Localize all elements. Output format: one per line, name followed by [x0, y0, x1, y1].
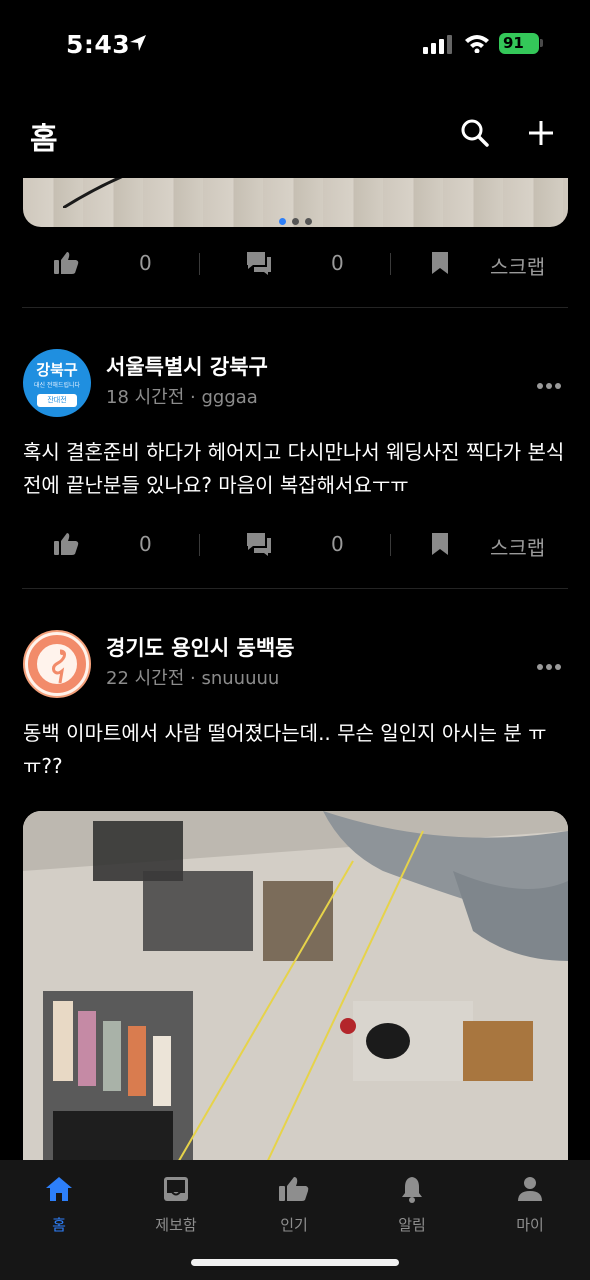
- post-text[interactable]: 혹시 결혼준비 하다가 헤어지고 다시만나서 웨딩사진 찍다가 본식전에 끝난분…: [23, 436, 568, 502]
- avatar-region: 강북구: [36, 361, 78, 379]
- carousel-dot: [305, 218, 312, 225]
- post-actions: 0 0 스크랩: [0, 239, 590, 289]
- action-separator: [390, 253, 391, 275]
- search-icon[interactable]: [460, 118, 490, 152]
- post-header[interactable]: 강북구 대신 전해드립니다 잔대전 서울특별시 강북구 18 시간전 · ggg…: [0, 349, 590, 419]
- more-options-icon[interactable]: [536, 375, 562, 394]
- post-author: snuuuuu: [201, 668, 280, 689]
- carousel-dot: [292, 218, 299, 225]
- avatar[interactable]: 강북구 대신 전해드립니다 잔대전: [23, 349, 91, 417]
- battery-level: 91: [503, 34, 524, 52]
- inbox-icon: [164, 1177, 188, 1201]
- comment-icon[interactable]: [245, 530, 273, 562]
- post-actions: 0 0 스크랩: [0, 520, 590, 570]
- tab-popular[interactable]: 인기: [259, 1174, 329, 1235]
- cable-shape: [63, 178, 123, 208]
- tab-label: 제보함: [155, 1216, 197, 1234]
- thumbs-up-icon: [279, 1177, 309, 1201]
- tab-label: 마이: [516, 1216, 544, 1234]
- post-region[interactable]: 서울특별시 강북구: [106, 351, 268, 381]
- scrap-label[interactable]: 스크랩: [490, 532, 545, 561]
- home-icon: [46, 1177, 72, 1201]
- bell-icon: [402, 1177, 422, 1203]
- status-time: 5:43: [66, 30, 131, 59]
- tab-inbox[interactable]: 제보함: [141, 1174, 211, 1235]
- post-image-carousel[interactable]: [23, 178, 568, 227]
- tab-home[interactable]: 홈: [24, 1174, 94, 1235]
- avatar-subtitle: 대신 전해드립니다: [33, 382, 81, 389]
- plus-icon[interactable]: [527, 119, 555, 151]
- status-bar: 5:43 91: [0, 0, 590, 90]
- like-count: 0: [139, 532, 152, 556]
- bookmark-icon[interactable]: [430, 530, 450, 562]
- wifi-icon: [464, 33, 490, 57]
- action-separator: [199, 253, 200, 275]
- person-icon: [518, 1177, 542, 1201]
- like-count: 0: [139, 251, 152, 275]
- thumbs-up-icon[interactable]: [52, 530, 80, 562]
- post-time: 18 시간전: [106, 387, 185, 408]
- signal-icon: [423, 34, 453, 58]
- flamingo-icon: [52, 649, 66, 683]
- comment-count: 0: [331, 251, 344, 275]
- avatar[interactable]: [23, 630, 91, 698]
- thumbs-up-icon[interactable]: [52, 249, 80, 281]
- post-divider: [22, 588, 568, 589]
- page-title: 홈: [30, 122, 58, 157]
- bookmark-icon[interactable]: [430, 249, 450, 281]
- tab-my[interactable]: 마이: [495, 1174, 565, 1235]
- post-meta: 18 시간전 · gggaa: [106, 387, 258, 408]
- post-meta: 22 시간전 · snuuuuu: [106, 668, 280, 689]
- top-navigation: 홈: [0, 90, 590, 178]
- carousel-dot: [279, 218, 286, 225]
- post-time: 22 시간전: [106, 668, 185, 689]
- feed[interactable]: 0 0 스크랩 강북구 대신 전해드립니다 잔대전 서울특별시 강북구 18 시…: [0, 178, 590, 1160]
- tab-label: 홈: [52, 1216, 66, 1234]
- scrap-label[interactable]: 스크랩: [490, 251, 545, 280]
- action-separator: [199, 534, 200, 556]
- action-separator: [390, 534, 391, 556]
- tab-label: 알림: [398, 1216, 426, 1234]
- location-arrow-icon: [128, 33, 148, 57]
- tab-label: 인기: [280, 1216, 308, 1234]
- post-region[interactable]: 경기도 용인시 동백동: [106, 632, 295, 662]
- battery-tip: [540, 39, 543, 47]
- post-divider: [22, 307, 568, 308]
- avatar-badge: 잔대전: [37, 394, 77, 407]
- post-author: gggaa: [201, 387, 258, 408]
- post-photo: [23, 811, 568, 1160]
- battery-icon: 91: [499, 33, 539, 54]
- more-options-icon[interactable]: [536, 656, 562, 675]
- tab-notifications[interactable]: 알림: [377, 1174, 447, 1235]
- post-image[interactable]: [23, 811, 568, 1160]
- carousel-indicator: [23, 210, 568, 227]
- home-indicator[interactable]: [191, 1259, 399, 1266]
- comment-icon[interactable]: [245, 249, 273, 281]
- post-text[interactable]: 동백 이마트에서 사람 떨어졌다는데.. 무슨 일인지 아시는 분 ㅠㅠ??: [23, 717, 568, 783]
- comment-count: 0: [331, 532, 344, 556]
- post-header[interactable]: 경기도 용인시 동백동 22 시간전 · snuuuuu: [0, 630, 590, 700]
